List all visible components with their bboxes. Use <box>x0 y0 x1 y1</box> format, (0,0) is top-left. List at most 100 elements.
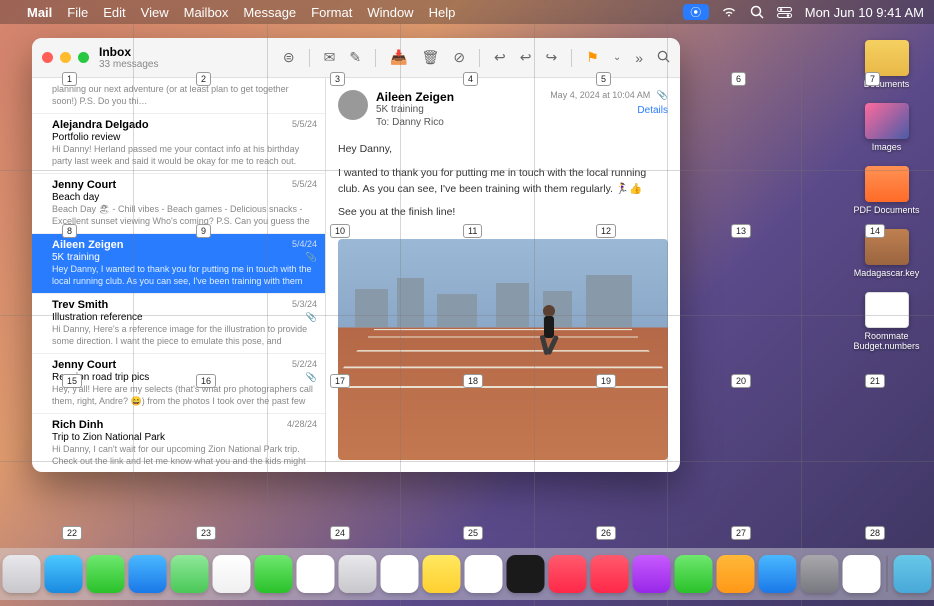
more-icon[interactable]: » <box>635 50 643 66</box>
menu-view[interactable]: View <box>141 5 169 20</box>
message-body: Hey Danny, I wanted to thank you for put… <box>338 142 668 229</box>
flag-icon[interactable]: ⚑ <box>586 49 599 66</box>
dock-app-maps[interactable] <box>171 555 209 593</box>
grid-marker: 27 <box>731 526 751 540</box>
msg-date: 5/2/24 <box>292 359 317 369</box>
menu-message[interactable]: Message <box>243 5 296 20</box>
message-date: May 4, 2024 at 10:04 AM <box>550 90 650 100</box>
file-label: PDF Documents <box>849 205 924 215</box>
message-item[interactable]: Alejandra Delgado5/5/24Portfolio reviewH… <box>32 114 325 174</box>
dock-app-music[interactable] <box>549 555 587 593</box>
dock-app-mail[interactable] <box>129 555 167 593</box>
app-name[interactable]: Mail <box>27 5 52 20</box>
dropdown-icon[interactable]: ⌄ <box>613 52 621 63</box>
menu-format[interactable]: Format <box>311 5 352 20</box>
desktop-icons: Documents Images PDF Documents Madagascar.k… <box>849 40 924 365</box>
dock-app-launchpad[interactable] <box>3 555 41 593</box>
reply-all-icon[interactable]: ↩ <box>520 49 532 66</box>
control-center-icon[interactable] <box>777 4 793 20</box>
desktop-item[interactable]: Madagascar.key <box>849 229 924 278</box>
msg-subject: Illustration reference <box>52 312 315 323</box>
message-item[interactable]: Rich Dinh4/28/24Trip to Zion National Pa… <box>32 414 325 472</box>
junk-icon[interactable]: ⊘ <box>453 49 465 66</box>
trash-icon[interactable]: 🗑 <box>422 49 440 66</box>
dock-app-podcasts[interactable] <box>633 555 671 593</box>
message-list[interactable]: planning our next adventure (or at least… <box>32 78 326 472</box>
dock-app-photos[interactable] <box>213 555 251 593</box>
envelope-icon[interactable]: ✉ <box>324 49 336 66</box>
menu-window[interactable]: Window <box>367 5 413 20</box>
file-icon <box>865 292 909 328</box>
message-item[interactable]: Trev Smith5/3/24📎Illustration referenceH… <box>32 294 325 354</box>
menubar-datetime[interactable]: Mon Jun 10 9:41 AM <box>805 5 924 20</box>
attachment-icon: 📎 <box>306 312 317 323</box>
grid-marker: 20 <box>731 374 751 388</box>
filter-icon[interactable]: ⊜ <box>283 49 295 66</box>
menu-mailbox[interactable]: Mailbox <box>184 5 229 20</box>
dock-app-safari[interactable] <box>45 555 83 593</box>
forward-icon[interactable]: ↪ <box>546 49 558 66</box>
dock-app-tv[interactable] <box>507 555 545 593</box>
msg-subject: Portfolio review <box>52 132 315 143</box>
desktop-item[interactable]: Images <box>849 103 924 152</box>
dock-app-notes[interactable] <box>423 555 461 593</box>
grid-marker: 28 <box>865 526 885 540</box>
dock-app-contacts[interactable] <box>339 555 377 593</box>
details-link[interactable]: Details <box>550 105 668 116</box>
archive-icon[interactable]: 📥 <box>390 49 407 66</box>
window-controls[interactable] <box>42 52 89 63</box>
message-item[interactable]: planning our next adventure (or at least… <box>32 78 325 114</box>
voice-control-icon[interactable]: ⦿ <box>683 4 709 20</box>
wifi-icon[interactable] <box>721 4 737 20</box>
menu-edit[interactable]: Edit <box>103 5 125 20</box>
dock-app-messages[interactable] <box>87 555 125 593</box>
minimize-button[interactable] <box>60 52 71 63</box>
dock-app-settings[interactable] <box>801 555 839 593</box>
msg-date: 5/5/24 <box>292 179 317 189</box>
dock-app-pages[interactable] <box>717 555 755 593</box>
mail-window: Inbox 33 messages ⊜ ✉ ✎ 📥 🗑 ⊘ ↩ ↩ ↪ ⚑ ⌄ … <box>32 38 680 472</box>
dock[interactable] <box>0 548 934 600</box>
separator <box>571 49 572 67</box>
msg-sender: Jenny Court <box>52 179 315 191</box>
close-button[interactable] <box>42 52 53 63</box>
msg-subject: Beach day <box>52 192 315 203</box>
dock-app-iphone[interactable] <box>843 555 881 593</box>
message-item[interactable]: Jenny Court5/5/24Beach dayBeach Day 🏖 - … <box>32 174 325 234</box>
message-attachment-image[interactable] <box>338 239 668 460</box>
dock-app-calendar[interactable] <box>297 555 335 593</box>
desktop-item[interactable]: Roommate Budget.numbers <box>849 292 924 351</box>
dock-app-reminders[interactable] <box>381 555 419 593</box>
mail-titlebar: Inbox 33 messages ⊜ ✉ ✎ 📥 🗑 ⊘ ↩ ↩ ↪ ⚑ ⌄ … <box>32 38 680 78</box>
dock-app-news[interactable] <box>591 555 629 593</box>
search-icon[interactable] <box>657 50 670 66</box>
dock-app-freeform[interactable] <box>465 555 503 593</box>
menu-help[interactable]: Help <box>429 5 456 20</box>
spotlight-icon[interactable] <box>749 4 765 20</box>
menu-file[interactable]: File <box>67 5 88 20</box>
menubar[interactable]: Mail File Edit View Mailbox Message Form… <box>0 0 934 24</box>
mail-toolbar: ⊜ ✉ ✎ 📥 🗑 ⊘ ↩ ↩ ↪ ⚑ ⌄ » <box>283 49 670 67</box>
sender-avatar <box>338 90 368 120</box>
message-item[interactable]: Aileen Zeigen5/4/24📎5K trainingHey Danny… <box>32 234 325 294</box>
separator <box>309 49 310 67</box>
dock-app-appstore[interactable] <box>759 555 797 593</box>
msg-sender: Alejandra Delgado <box>52 119 315 131</box>
grid-marker: 25 <box>463 526 483 540</box>
zoom-button[interactable] <box>78 52 89 63</box>
reply-icon[interactable]: ↩ <box>494 49 506 66</box>
message-item[interactable]: Jenny Court5/2/24📎Reunion road trip pics… <box>32 354 325 414</box>
msg-sender: Trev Smith <box>52 299 315 311</box>
msg-date: 5/3/24 <box>292 299 317 309</box>
message-to: To: Danny Rico <box>338 117 668 128</box>
attachment-icon: 📎 <box>306 372 317 383</box>
desktop-item[interactable]: PDF Documents <box>849 166 924 215</box>
dock-app-facetime[interactable] <box>255 555 293 593</box>
dock-app-downloads[interactable] <box>894 555 932 593</box>
compose-icon[interactable]: ✎ <box>349 49 361 66</box>
msg-subject: Reunion road trip pics <box>52 372 315 383</box>
desktop-item[interactable]: Documents <box>849 40 924 89</box>
grid-marker: 26 <box>596 526 616 540</box>
mailbox-count: 33 messages <box>99 59 283 70</box>
dock-app-numbers[interactable] <box>675 555 713 593</box>
